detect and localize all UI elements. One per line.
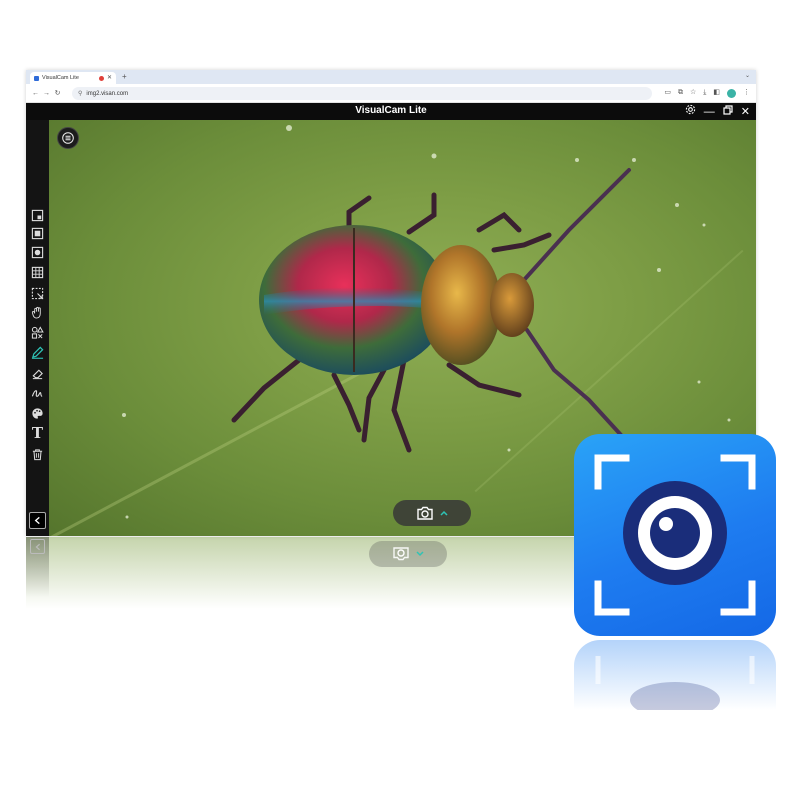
camera-icon [417, 506, 433, 520]
window-capture-icon[interactable] [29, 207, 46, 224]
camera-eye-logo-icon [594, 454, 756, 616]
app-icon-reflection [574, 640, 776, 710]
reflection-sidebar [26, 537, 49, 597]
more-menu-icon[interactable]: ⋮ [743, 88, 750, 98]
reflection-capture-button [369, 541, 447, 567]
camera-permission-icon[interactable]: ▭ [664, 88, 671, 98]
tab-favicon-icon [34, 75, 39, 81]
translate-icon[interactable]: ⧉ [678, 88, 683, 98]
freehand-icon[interactable] [29, 385, 46, 402]
collapse-sidebar-button[interactable] [29, 512, 46, 529]
chevron-left-icon [34, 516, 40, 525]
tab-search-chevron-icon[interactable]: ⌄ [745, 72, 750, 79]
restore-icon[interactable] [723, 104, 733, 119]
circle-capture-icon[interactable] [29, 244, 46, 261]
forward-icon[interactable]: → [41, 90, 52, 97]
tab-title: VisualCam Lite [42, 75, 79, 81]
reflection-camera-icon [393, 547, 409, 561]
tool-sidebar: T [26, 120, 49, 536]
visualcam-app-icon [574, 434, 776, 636]
tab-close-icon[interactable]: ✕ [107, 75, 112, 81]
stage: VisualCam Lite ✕ + ⌄ ← → ↻ ⚲ img2.visan.… [0, 0, 800, 800]
reflection-chevron-icon [416, 551, 424, 557]
back-icon[interactable]: ← [30, 90, 41, 97]
capture-button[interactable] [393, 500, 471, 526]
app-icon-reflection-shape [595, 656, 755, 710]
chevron-up-icon[interactable] [440, 510, 448, 516]
hamburger-icon [62, 132, 74, 144]
profile-avatar[interactable] [727, 88, 736, 98]
bookmark-star-icon[interactable]: ☆ [690, 88, 696, 98]
new-tab-button[interactable]: + [122, 72, 127, 82]
main-menu-button[interactable] [57, 127, 79, 149]
shapes-icon[interactable] [29, 324, 46, 341]
fullscreen-capture-icon[interactable] [29, 225, 46, 242]
app-titlebar: VisualCam Lite — ✕ [26, 103, 756, 120]
reflection-chevron-left-icon [30, 539, 45, 554]
reload-icon[interactable]: ↻ [52, 89, 63, 97]
hand-pan-icon[interactable] [29, 304, 46, 321]
trash-icon[interactable] [29, 446, 46, 463]
browser-actions: ▭ ⧉ ☆ ⤓ ◧ ⋮ [664, 88, 750, 98]
download-icon[interactable]: ⤓ [703, 88, 706, 98]
text-tool-label: T [31, 424, 44, 442]
palette-icon[interactable] [29, 405, 46, 422]
browser-tab[interactable]: VisualCam Lite ✕ [30, 72, 116, 84]
site-info-icon[interactable]: ⚲ [78, 90, 82, 97]
sidepanel-icon[interactable]: ◧ [713, 88, 720, 98]
grid-icon[interactable] [29, 264, 46, 281]
close-icon[interactable]: ✕ [741, 105, 750, 119]
text-tool-icon[interactable]: T [29, 425, 46, 442]
browser-toolbar: ← → ↻ ⚲ img2.visan.com ▭ ⧉ ☆ ⤓ ◧ ⋮ [26, 84, 756, 103]
minimize-icon[interactable]: — [704, 105, 715, 119]
address-bar[interactable]: ⚲ img2.visan.com [72, 87, 652, 100]
window-controls: — ✕ [685, 104, 750, 119]
tab-bar: VisualCam Lite ✕ + ⌄ [26, 70, 756, 84]
region-select-icon[interactable] [29, 285, 46, 302]
pen-icon[interactable] [29, 344, 46, 361]
recording-indicator-icon [98, 75, 104, 81]
settings-icon[interactable] [685, 104, 696, 119]
eraser-icon[interactable] [29, 365, 46, 382]
app-title: VisualCam Lite [355, 105, 427, 116]
url-text: img2.visan.com [86, 90, 129, 97]
